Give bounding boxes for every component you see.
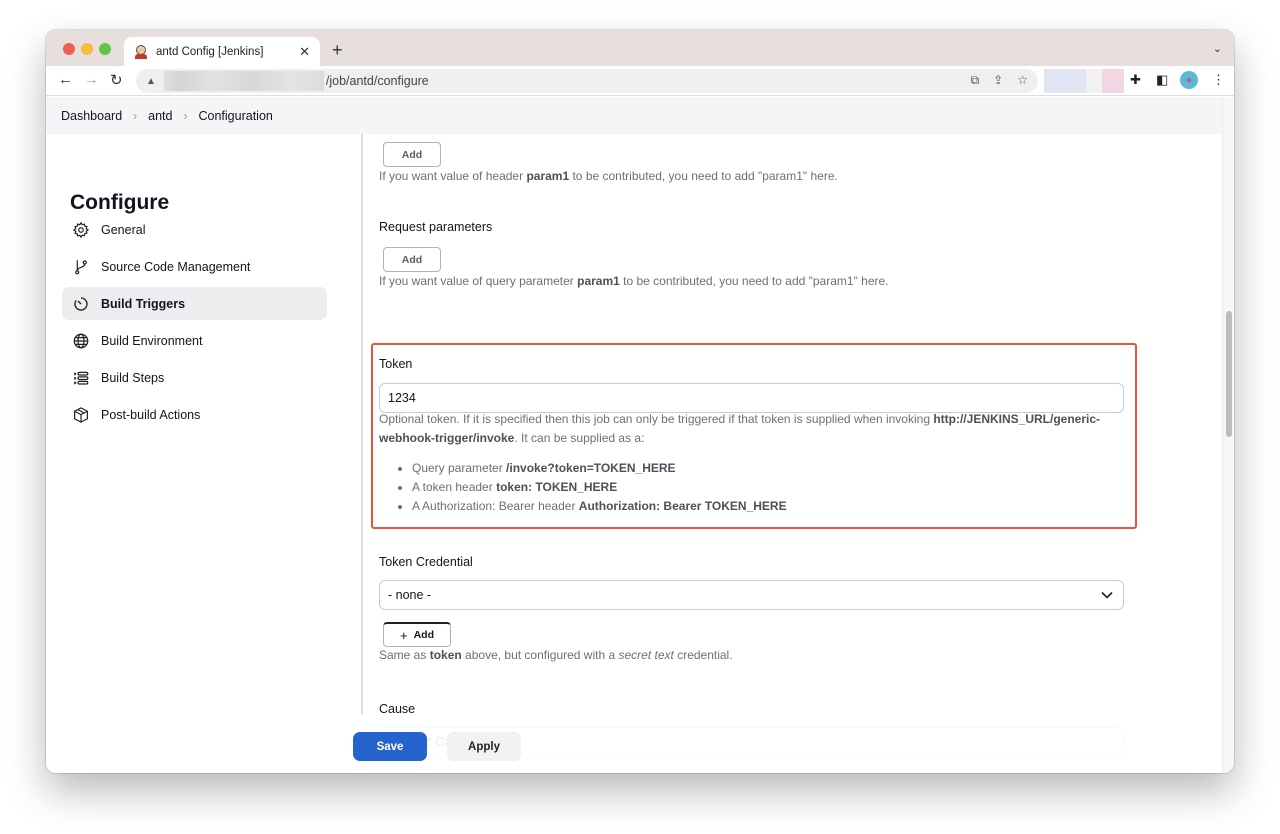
jenkins-page: Dashboard › antd › Configuration Configu… xyxy=(46,97,1234,773)
token-credential-select[interactable]: - none - xyxy=(379,580,1124,610)
request-params-label: Request parameters xyxy=(379,220,493,234)
tab-title: antd Config [Jenkins] xyxy=(156,45,264,58)
sidebar-item-label: Build Environment xyxy=(101,333,203,348)
scrollbar-thumb[interactable] xyxy=(1226,311,1232,437)
chevron-down-icon xyxy=(1101,588,1113,602)
browser-tab[interactable]: antd Config [Jenkins] ✕ xyxy=(124,37,320,66)
add-request-param-button[interactable]: Add xyxy=(383,247,441,272)
not-secure-warning-icon[interactable]: ▲ xyxy=(146,76,156,87)
extensions-puzzle-icon[interactable]: ✚ xyxy=(1130,72,1141,88)
tab-strip: antd Config [Jenkins] ✕ + ⌄ xyxy=(46,30,1234,66)
address-bar[interactable]: ▲ /job/antd/configure ⧉ ⇪ ☆ xyxy=(136,69,1038,93)
url-text: /job/antd/configure xyxy=(325,74,429,88)
new-tab-button[interactable]: + xyxy=(332,40,343,61)
selected-value: - none - xyxy=(388,588,432,602)
sidebar-item-post-build-actions[interactable]: Post-build Actions xyxy=(62,398,327,431)
breadcrumb: Dashboard › antd › Configuration xyxy=(46,97,1222,134)
list-item: A token header token: TOKEN_HERE xyxy=(412,478,787,497)
breadcrumb-dashboard[interactable]: Dashboard xyxy=(61,109,122,123)
sidebar-item-source-code-management[interactable]: Source Code Management xyxy=(62,250,327,283)
git-branch-icon xyxy=(72,258,90,276)
extension-redacted[interactable] xyxy=(1102,69,1124,93)
gear-icon xyxy=(72,221,90,239)
list-item: A Authorization: Bearer header Authoriza… xyxy=(412,497,787,516)
breadcrumb-job[interactable]: antd xyxy=(148,109,172,123)
list-item: Query parameter /invoke?token=TOKEN_HERE xyxy=(412,459,787,478)
sidebar-item-general[interactable]: General xyxy=(62,213,327,246)
add-credential-button[interactable]: + Add xyxy=(383,622,451,647)
minimize-window-button[interactable] xyxy=(81,43,93,55)
token-credential-label: Token Credential xyxy=(379,555,473,569)
list-icon xyxy=(72,369,90,387)
sidebar-item-build-steps[interactable]: Build Steps xyxy=(62,361,327,394)
chevron-right-icon: › xyxy=(183,108,188,123)
sidebar-item-label: General xyxy=(101,222,146,237)
config-sidebar: General Source Code Management Build Tri… xyxy=(62,213,327,435)
scrollbar-track[interactable] xyxy=(1222,97,1234,773)
token-help: Optional token. If it is specified then … xyxy=(379,412,1101,445)
browser-window: antd Config [Jenkins] ✕ + ⌄ ← → ↻ ▲ /job… xyxy=(46,30,1234,773)
globe-icon xyxy=(72,332,90,350)
sidebar-item-build-environment[interactable]: Build Environment xyxy=(62,324,327,357)
cause-label: Cause xyxy=(379,702,416,716)
header-params-help: If you want value of header param1 to be… xyxy=(379,169,838,183)
side-panel-icon[interactable]: ◧ xyxy=(1156,72,1168,88)
tab-close-icon[interactable]: ✕ xyxy=(299,44,310,60)
share-icon[interactable]: ⇪ xyxy=(993,73,1003,88)
package-icon xyxy=(72,406,90,424)
close-window-button[interactable] xyxy=(63,43,75,55)
translate-icon[interactable]: ⧉ xyxy=(971,73,980,88)
sidebar-item-label: Build Steps xyxy=(101,370,165,385)
maximize-window-button[interactable] xyxy=(99,43,111,55)
token-highlight-box: Token 1234 Optional token. If it is spec… xyxy=(371,343,1137,529)
token-credential-help: Same as token above, but configured with… xyxy=(379,648,733,662)
breadcrumb-configuration[interactable]: Configuration xyxy=(199,109,273,123)
page-title: Configure xyxy=(70,191,170,214)
token-input[interactable]: 1234 xyxy=(379,383,1124,413)
chevron-right-icon: › xyxy=(133,108,138,123)
jenkins-favicon-icon xyxy=(134,44,148,59)
reload-icon[interactable]: ↻ xyxy=(110,71,123,89)
tab-search-chevron-icon[interactable]: ⌄ xyxy=(1213,42,1222,55)
sidebar-item-label: Source Code Management xyxy=(101,259,251,274)
bookmark-star-icon[interactable]: ☆ xyxy=(1017,73,1028,88)
back-arrow-icon[interactable]: ← xyxy=(58,71,73,88)
request-params-help: If you want value of query parameter par… xyxy=(379,274,889,288)
extension-redacted[interactable] xyxy=(1044,69,1086,93)
browser-toolbar: ← → ↻ ▲ /job/antd/configure ⧉ ⇪ ☆ ✚ ◧ ● … xyxy=(46,66,1234,96)
sidebar-item-label: Build Triggers xyxy=(101,296,186,311)
section-divider xyxy=(361,134,363,714)
token-options-list: Query parameter /invoke?token=TOKEN_HERE… xyxy=(379,459,787,516)
forward-arrow-icon[interactable]: → xyxy=(84,71,99,88)
browser-menu-icon[interactable]: ⋮ xyxy=(1212,72,1225,88)
sidebar-item-label: Post-build Actions xyxy=(101,407,201,422)
add-header-param-button[interactable]: Add xyxy=(383,142,441,167)
form-actions-bar: Save Apply xyxy=(46,719,1222,773)
extension-redacted[interactable] xyxy=(1086,69,1102,93)
timer-icon xyxy=(72,295,90,313)
redacted-host xyxy=(163,71,324,91)
sidebar-item-build-triggers[interactable]: Build Triggers xyxy=(62,287,327,320)
save-button[interactable]: Save xyxy=(353,732,427,761)
plus-icon: + xyxy=(399,627,408,643)
apply-button[interactable]: Apply xyxy=(447,732,521,761)
token-label: Token xyxy=(379,357,413,371)
profile-avatar[interactable]: ● xyxy=(1180,71,1198,89)
